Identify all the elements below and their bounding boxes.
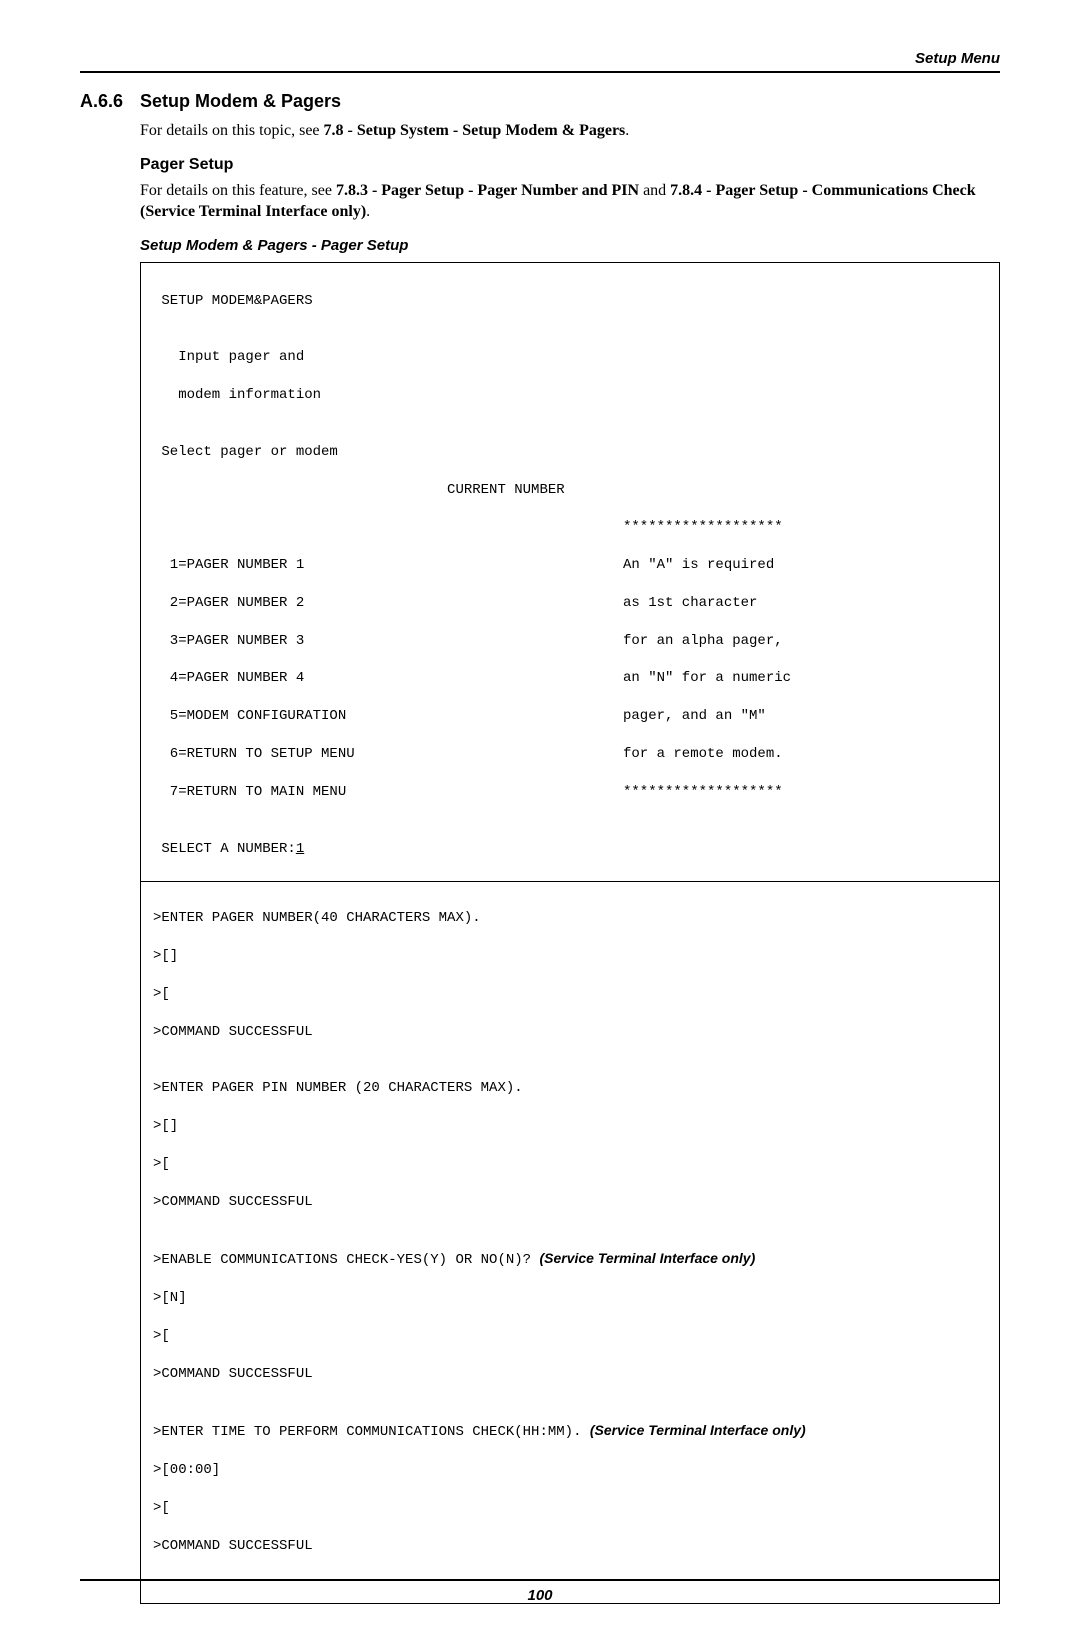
term-l3: >[ <box>153 985 987 1004</box>
page: Setup Menu A.6.6 Setup Modem & Pagers Fo… <box>0 0 1080 1644</box>
term-title: SETUP MODEM&PAGERS <box>153 292 987 311</box>
term-select-prompt-row: SELECT A NUMBER:1 <box>153 840 987 859</box>
term-menu-row-5: 5=MODEM CONFIGURATIONpager, and an "M" <box>153 707 987 726</box>
term-l2: >[] <box>153 947 987 966</box>
term-l13a: >ENTER TIME TO PERFORM COMMUNICATIONS CH… <box>153 1424 590 1440</box>
term-menu-row-4: 4=PAGER NUMBER 4an "N" for a numeric <box>153 669 987 688</box>
term-menu-row-3: 3=PAGER NUMBER 3for an alpha pager, <box>153 632 987 651</box>
term-select-value: 1 <box>296 841 304 857</box>
term-l8: >COMMAND SUCCESSFUL <box>153 1193 987 1212</box>
section-number: A.6.6 <box>80 91 140 112</box>
body: For details on this topic, see 7.8 - Set… <box>140 120 1000 1604</box>
term-l1: >ENTER PAGER NUMBER(40 CHARACTERS MAX). <box>153 909 987 928</box>
figure-caption: Setup Modem & Pagers - Pager Setup <box>140 237 1000 254</box>
term-menu-row-7: 7=RETURN TO MAIN MENU******************* <box>153 783 987 802</box>
term-menu-row-0: ******************* <box>153 518 987 537</box>
term-select-prompt: SELECT A NUMBER: <box>153 841 296 857</box>
term-menu-2: 2=PAGER NUMBER 2 <box>153 594 623 613</box>
term-note-5: pager, and an "M" <box>623 707 987 726</box>
section-para-1: For details on this topic, see 7.8 - Set… <box>140 120 1000 142</box>
term-input1: Input pager and <box>153 348 987 367</box>
term-l13-row: >ENTER TIME TO PERFORM COMMUNICATIONS CH… <box>153 1421 987 1442</box>
term-l9-row: >ENABLE COMMUNICATIONS CHECK-YES(Y) OR N… <box>153 1249 987 1270</box>
page-number: 100 <box>80 1587 1000 1604</box>
term-note-4: an "N" for a numeric <box>623 669 987 688</box>
term-l9a: >ENABLE COMMUNICATIONS CHECK-YES(Y) OR N… <box>153 1252 539 1268</box>
term-l16: >COMMAND SUCCESSFUL <box>153 1537 987 1556</box>
running-header: Setup Menu <box>80 50 1000 67</box>
term-l9b: (Service Terminal Interface only) <box>539 1250 755 1266</box>
term-stars-bottom: ******************* <box>623 783 987 802</box>
sub-p-mid: and <box>639 182 670 199</box>
para1-ref: 7.8 - Setup System - Setup Modem & Pager… <box>324 122 626 139</box>
subsection-title: Pager Setup <box>140 156 1000 174</box>
term-select-line: Select pager or modem <box>153 443 987 462</box>
para1-suffix: . <box>625 122 629 139</box>
term-menu-5: 5=MODEM CONFIGURATION <box>153 707 623 726</box>
terminal-screen: SETUP MODEM&PAGERS Input pager and modem… <box>140 262 1000 1604</box>
term-l15: >[ <box>153 1499 987 1518</box>
term-menu-left-blank <box>153 518 623 537</box>
term-menu-1: 1=PAGER NUMBER 1 <box>153 556 623 575</box>
term-menu-row-2: 2=PAGER NUMBER 2as 1st character <box>153 594 987 613</box>
sub-p-ref1: 7.8.3 - Pager Setup - Pager Number and P… <box>336 182 639 199</box>
term-note-2: as 1st character <box>623 594 987 613</box>
term-input2: modem information <box>153 386 987 405</box>
term-divider <box>141 881 999 882</box>
term-menu-6: 6=RETURN TO SETUP MENU <box>153 745 623 764</box>
term-menu-row-1: 1=PAGER NUMBER 1An "A" is required <box>153 556 987 575</box>
term-stars-top: ******************* <box>623 518 987 537</box>
term-l5: >ENTER PAGER PIN NUMBER (20 CHARACTERS M… <box>153 1079 987 1098</box>
term-menu-3: 3=PAGER NUMBER 3 <box>153 632 623 651</box>
term-menu-7: 7=RETURN TO MAIN MENU <box>153 783 623 802</box>
term-menu-row-6: 6=RETURN TO SETUP MENUfor a remote modem… <box>153 745 987 764</box>
term-l6: >[] <box>153 1117 987 1136</box>
section-title: Setup Modem & Pagers <box>140 91 341 112</box>
term-l13b: (Service Terminal Interface only) <box>590 1422 806 1438</box>
footer-rule <box>80 1579 1000 1581</box>
term-l7: >[ <box>153 1155 987 1174</box>
term-current-number: CURRENT NUMBER <box>153 481 987 500</box>
term-menu-4: 4=PAGER NUMBER 4 <box>153 669 623 688</box>
term-note-1: An "A" is required <box>623 556 987 575</box>
subsection-para: For details on this feature, see 7.8.3 -… <box>140 180 1000 223</box>
footer: 100 <box>80 1579 1000 1604</box>
term-l4: >COMMAND SUCCESSFUL <box>153 1023 987 1042</box>
term-l12: >COMMAND SUCCESSFUL <box>153 1365 987 1384</box>
para1-prefix: For details on this topic, see <box>140 122 324 139</box>
header-rule <box>80 71 1000 73</box>
term-l11: >[ <box>153 1327 987 1346</box>
sub-p-suffix: . <box>366 203 370 220</box>
term-note-3: for an alpha pager, <box>623 632 987 651</box>
section-heading-row: A.6.6 Setup Modem & Pagers <box>80 91 1000 112</box>
term-note-6: for a remote modem. <box>623 745 987 764</box>
term-l10: >[N] <box>153 1289 987 1308</box>
sub-p-prefix: For details on this feature, see <box>140 182 336 199</box>
term-l14: >[00:00] <box>153 1461 987 1480</box>
